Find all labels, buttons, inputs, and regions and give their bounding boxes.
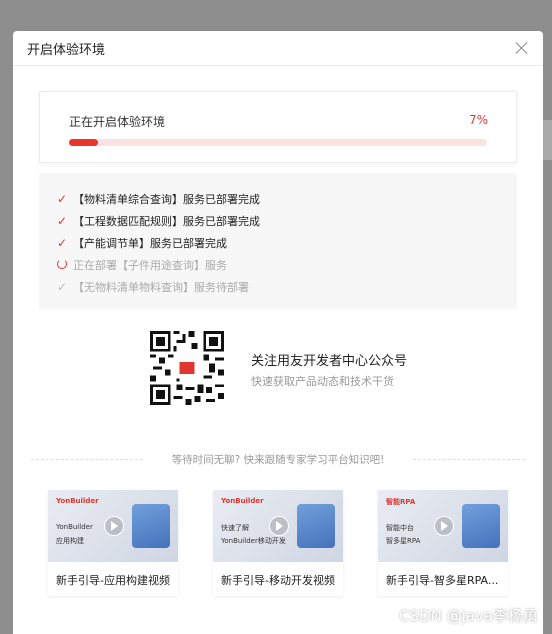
- thumb-line: 应用构建: [56, 537, 84, 545]
- video-thumbnail: 智能RPA 智能中台 智多星RPA: [378, 490, 508, 562]
- thumb-line: YonBuilder: [56, 523, 93, 531]
- qr-subtitle: 快速获取产品动态和技术干货: [251, 375, 394, 388]
- thumb-line: 智能中台: [386, 524, 414, 532]
- watermark: CSDN @java李杨勇: [399, 607, 538, 625]
- step-item: ✓ 【物料清单综合查询】服务已部署完成: [57, 191, 260, 207]
- dialog-header: 开启体验环境: [13, 31, 543, 66]
- check-icon: ✓: [57, 236, 68, 250]
- illustration: [462, 504, 500, 548]
- progress-card: 正在开启体验环境 7%: [39, 91, 517, 163]
- step-text: 【物料清单综合查询】服务已部署完成: [73, 193, 260, 206]
- step-text: 正在部署【子件用途查询】服务: [73, 259, 227, 272]
- close-icon[interactable]: [515, 41, 529, 55]
- step-text: 【工程数据匹配规则】服务已部署完成: [73, 215, 260, 228]
- step-item: ✓ 【工程数据匹配规则】服务已部署完成: [57, 213, 260, 229]
- progress-percent: 7%: [468, 113, 488, 127]
- video-title[interactable]: 新手引导-移动开发视频: [221, 572, 339, 588]
- video-card[interactable]: 智能RPA 智能中台 智多星RPA 新手引导-智多星RPA...: [378, 490, 508, 596]
- progress-bar: [69, 139, 487, 146]
- brand-logo: YonBuilder: [221, 497, 264, 505]
- video-card[interactable]: YonBuilder 快速了解 YonBuilder移动开发 新手引导-移动开发…: [213, 490, 343, 596]
- play-icon[interactable]: [434, 516, 454, 536]
- play-icon[interactable]: [104, 516, 124, 536]
- step-item: ✓ 【产能调节单】服务已部署完成: [57, 235, 227, 251]
- qr-title: 关注用友开发者中心公众号: [251, 354, 408, 369]
- video-title[interactable]: 新手引导-智多星RPA...: [386, 572, 504, 588]
- dialog-title: 开启体验环境: [27, 42, 106, 58]
- thumb-line: 智多星RPA: [386, 537, 421, 545]
- video-thumbnail: YonBuilder YonBuilder 应用构建: [48, 490, 178, 562]
- video-card[interactable]: YonBuilder YonBuilder 应用构建 新手引导-应用构建视频: [48, 490, 178, 596]
- thumb-line: YonBuilder移动开发: [221, 537, 286, 545]
- check-icon: ✓: [57, 192, 68, 206]
- brand-logo: YonBuilder: [56, 497, 99, 505]
- progress-label: 正在开启体验环境: [69, 115, 166, 129]
- loading-spinner-icon: [57, 258, 71, 272]
- step-item: 正在部署【子件用途查询】服务: [57, 257, 227, 273]
- video-thumbnail: YonBuilder 快速了解 YonBuilder移动开发: [213, 490, 343, 562]
- step-text: 【无物料清单物料查询】服务待部署: [73, 281, 249, 294]
- video-title[interactable]: 新手引导-应用构建视频: [56, 572, 174, 588]
- illustration: [132, 504, 170, 548]
- qr-code: [150, 331, 224, 405]
- illustration: [297, 504, 335, 548]
- brand-logo: 智能RPA: [386, 498, 416, 506]
- step-item: ✓ 【无物料清单物料查询】服务待部署: [57, 279, 249, 295]
- check-icon: ✓: [57, 214, 68, 228]
- environment-dialog: 开启体验环境 正在开启体验环境 7% ✓ 【物料清单综合查询】服务已部署完成 ✓…: [13, 31, 543, 634]
- step-text: 【产能调节单】服务已部署完成: [73, 237, 227, 250]
- wait-hint: 等待时间无聊? 快来跟随专家学习平台知识吧!: [171, 454, 385, 466]
- deploy-step-list: ✓ 【物料清单综合查询】服务已部署完成 ✓ 【工程数据匹配规则】服务已部署完成 …: [39, 173, 517, 309]
- thumb-line: 快速了解: [221, 524, 249, 532]
- check-icon: ✓: [57, 280, 68, 294]
- progress-bar-fill: [69, 139, 99, 146]
- play-icon[interactable]: [269, 516, 289, 536]
